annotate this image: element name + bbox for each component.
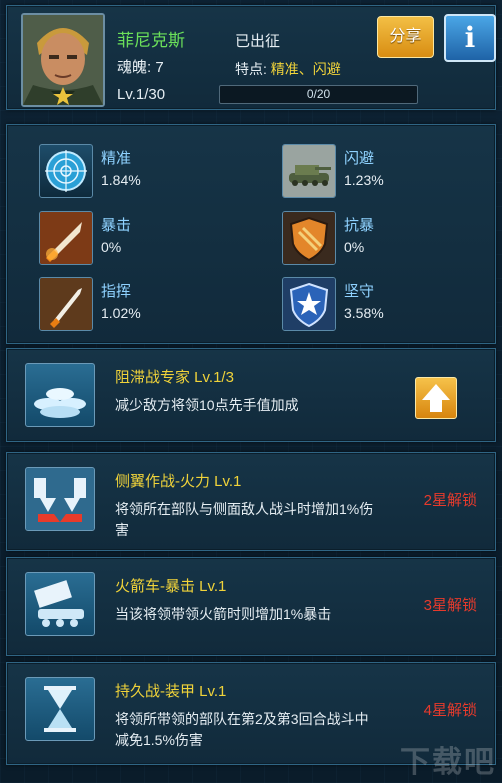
stat-name: 抗暴 bbox=[344, 217, 375, 234]
traits-value: 精准、闪避 bbox=[270, 61, 341, 77]
skill-title: 侧翼作战-火力 Lv.1 bbox=[115, 473, 242, 490]
sandbag-icon bbox=[25, 363, 95, 427]
skill-row[interactable]: 火箭车-暴击 Lv.1 当该将领带领火箭时则增加1%暴击 3星解锁 bbox=[6, 557, 496, 656]
exp-progress-text: 0/20 bbox=[306, 87, 331, 101]
stat-name: 暴击 bbox=[101, 217, 132, 234]
flank-arrow-icon bbox=[25, 467, 95, 531]
radar-target-icon bbox=[39, 144, 93, 198]
hourglass-icon bbox=[25, 677, 95, 741]
stat-name: 精准 bbox=[101, 150, 132, 167]
stat-value: 0% bbox=[344, 239, 365, 255]
info-button[interactable]: i bbox=[444, 14, 496, 62]
share-button[interactable]: 分享 bbox=[377, 16, 434, 58]
stat-name: 闪避 bbox=[344, 150, 375, 167]
stats-panel: 精准 1.84% 闪避 1.23% 暴击 0% 抗暴 0% 指挥 1.02% 坚… bbox=[6, 124, 496, 344]
skill-lock-label: 4星解锁 bbox=[423, 702, 477, 719]
skill-title: 火箭车-暴击 Lv.1 bbox=[115, 578, 227, 595]
traits-label: 特点: bbox=[235, 61, 271, 77]
skill-desc: 将领所带领的部队在第2及第3回合战斗中减免1.5%伤害 bbox=[115, 711, 369, 748]
upgrade-button[interactable] bbox=[415, 377, 457, 419]
stat-critical: 暴击 0% bbox=[39, 211, 239, 271]
hero-header: 菲尼克斯 魂魄: 7 Lv.1/30 已出征 特点: 精准、闪避 0/20 分享… bbox=[6, 5, 496, 110]
hero-soul: 魂魄: 7 bbox=[117, 59, 164, 76]
skill-row[interactable]: 侧翼作战-火力 Lv.1 将领所在部队与侧面敌人战斗时增加1%伤害 2星解锁 bbox=[6, 452, 496, 551]
stat-name: 坚守 bbox=[344, 283, 375, 300]
star-shield-icon bbox=[282, 277, 336, 331]
stat-name: 指挥 bbox=[101, 283, 132, 300]
hero-name: 菲尼克斯 bbox=[117, 31, 185, 50]
shield-icon bbox=[282, 211, 336, 265]
stat-value: 1.23% bbox=[344, 172, 384, 188]
exp-progress-bar: 0/20 bbox=[219, 85, 418, 104]
skill-desc: 将领所在部队与侧面敌人战斗时增加1%伤害 bbox=[115, 501, 374, 538]
stat-defense: 坚守 3.58% bbox=[282, 277, 482, 337]
hero-traits: 特点: 精准、闪避 bbox=[235, 59, 341, 79]
stat-value: 3.58% bbox=[344, 305, 384, 321]
hero-level: Lv.1/30 bbox=[117, 86, 166, 103]
stat-command: 指挥 1.02% bbox=[39, 277, 239, 337]
rocket-launcher-icon bbox=[25, 572, 95, 636]
stat-value: 1.84% bbox=[101, 172, 141, 188]
skill-title: 持久战-装甲 Lv.1 bbox=[115, 683, 227, 700]
skill-desc: 减少敌方将领10点先手值加成 bbox=[115, 397, 299, 413]
skill-title: 阻滞战专家 Lv.1/3 bbox=[115, 369, 234, 386]
stat-value: 1.02% bbox=[101, 305, 141, 321]
stat-value: 0% bbox=[101, 239, 122, 255]
stat-crit-resist: 抗暴 0% bbox=[282, 211, 482, 271]
stat-precision: 精准 1.84% bbox=[39, 144, 239, 204]
tank-icon bbox=[282, 144, 336, 198]
arrow-up-icon bbox=[422, 384, 450, 412]
hero-status: 已出征 bbox=[235, 33, 281, 50]
watermark: 下载吧 bbox=[400, 746, 496, 779]
hero-avatar[interactable] bbox=[21, 13, 105, 107]
skill-lock-label: 2星解锁 bbox=[423, 492, 477, 509]
rocket-icon bbox=[39, 277, 93, 331]
skill-lock-label: 3星解锁 bbox=[423, 597, 477, 614]
skill-row[interactable]: 阻滞战专家 Lv.1/3 减少敌方将领10点先手值加成 bbox=[6, 348, 496, 442]
missile-icon bbox=[39, 211, 93, 265]
stat-evasion: 闪避 1.23% bbox=[282, 144, 482, 204]
skill-desc: 当该将领带领火箭时则增加1%暴击 bbox=[115, 606, 332, 622]
